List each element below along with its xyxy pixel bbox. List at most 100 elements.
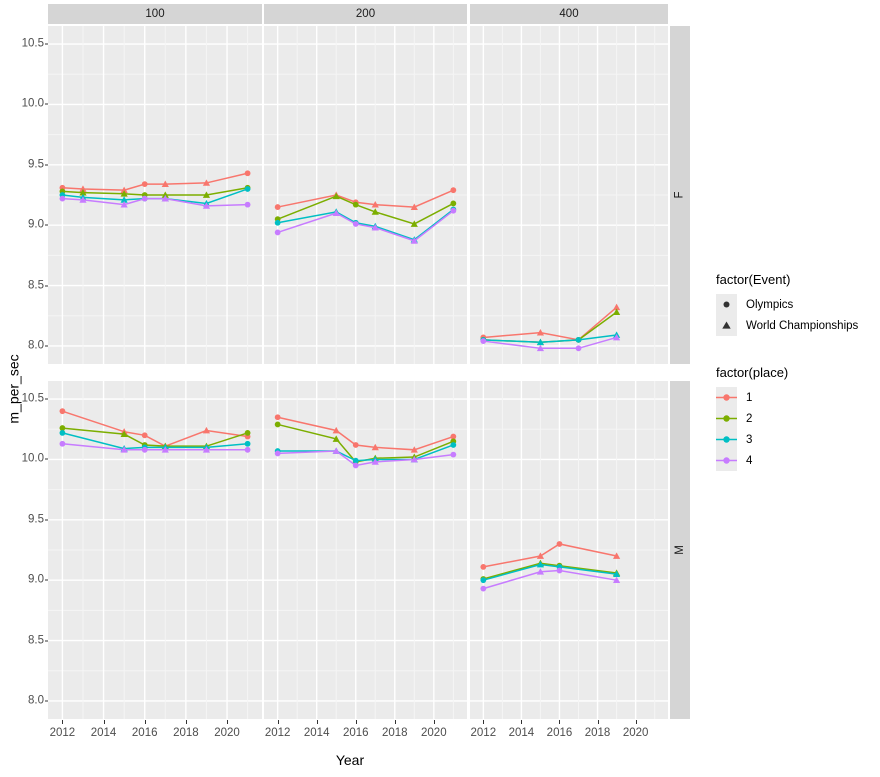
facet-strip-col-100: 100 — [48, 4, 262, 24]
y-tick-label: 9.0 — [28, 573, 44, 586]
data-point-circle — [244, 201, 251, 208]
legend-item-olympics[interactable]: Olympics — [716, 294, 858, 315]
data-point-circle — [274, 229, 281, 236]
x-tick-mark — [521, 720, 523, 724]
series-line-place-1 — [483, 306, 618, 341]
legend-item-4[interactable]: 4 — [716, 450, 788, 471]
facet-strip-col-400: 400 — [470, 4, 668, 24]
series-line-place-2 — [277, 195, 454, 225]
data-point-circle — [450, 207, 457, 214]
data-point-circle — [450, 451, 457, 458]
series-line-place-4 — [277, 450, 454, 467]
x-tick-mark — [394, 720, 396, 724]
facet-strip-row-F: F — [670, 26, 690, 364]
legend-item-2[interactable]: 2 — [716, 408, 788, 429]
line-point-icon — [716, 429, 737, 450]
series-line-place-1 — [62, 410, 248, 448]
series-line-place-4 — [483, 336, 617, 350]
circle-icon — [716, 294, 737, 315]
legend-item-label: 3 — [746, 433, 753, 446]
facet-strip-row-M: M — [670, 381, 690, 719]
x-tick-mark — [433, 720, 435, 724]
line-point-icon — [716, 408, 737, 429]
x-tick-label: 2016 — [131, 727, 158, 739]
x-tick-label: 2016 — [342, 727, 369, 739]
data-point-circle — [59, 195, 66, 202]
facet-strip-row-label: F — [674, 191, 686, 199]
legend-place: factor(place) 1 2 3 4 — [716, 365, 788, 471]
x-tick-mark — [483, 720, 485, 724]
x-tick-mark — [62, 720, 64, 724]
data-point-circle — [352, 201, 359, 208]
facet-strip-col-label: 400 — [559, 8, 579, 20]
data-point-circle — [575, 345, 582, 352]
x-tick-label: 2014 — [90, 727, 117, 739]
legend-item-label: 4 — [746, 454, 753, 467]
y-tick-label: 9.5 — [28, 513, 44, 526]
legend-item-label: World Championships — [746, 319, 859, 332]
x-tick-mark — [635, 720, 637, 724]
data-point-circle — [352, 221, 359, 227]
panel-F-400 — [470, 26, 668, 364]
y-tick-label: 8.0 — [28, 694, 44, 707]
data-point-circle — [141, 432, 148, 439]
data-point-circle — [141, 195, 148, 202]
triangle-icon — [716, 315, 737, 336]
x-tick-label: 2012 — [264, 727, 291, 739]
x-tick-label: 2018 — [584, 727, 611, 739]
data-point-circle — [480, 338, 487, 344]
legend-item-label: 1 — [746, 391, 753, 404]
y-tick-label: 10.0 — [21, 452, 44, 465]
series-line-place-1 — [277, 416, 454, 451]
x-tick-label: 2018 — [381, 727, 408, 739]
data-point-triangle — [536, 552, 545, 559]
series-line-place-2 — [277, 423, 454, 463]
series-line-place-2 — [62, 427, 248, 447]
x-tick-label: 2016 — [546, 727, 573, 739]
panel-M-400 — [470, 381, 668, 719]
data-point-circle — [244, 170, 251, 177]
legend-place-title: factor(place) — [716, 365, 789, 380]
data-point-circle — [480, 577, 487, 584]
x-tick-label: 2018 — [173, 727, 199, 739]
facet-strip-col-label: 200 — [355, 8, 376, 20]
data-point-circle — [244, 430, 251, 436]
legend-event: factor(Event) Olympics World Championship… — [716, 272, 858, 336]
x-tick-mark — [559, 720, 561, 724]
y-axis-title: m_per_sec — [6, 353, 23, 424]
panel-F-100 — [48, 26, 262, 364]
data-point-circle — [352, 442, 359, 448]
data-point-circle — [274, 421, 281, 428]
x-tick-mark — [185, 720, 187, 724]
data-point-circle — [352, 462, 359, 469]
panel-M-200 — [264, 381, 467, 719]
legend-item-world-championships[interactable]: World Championships — [716, 315, 858, 336]
data-point-circle — [244, 446, 251, 453]
x-tick-mark — [103, 720, 105, 724]
x-tick-mark — [227, 720, 229, 724]
y-tick-label: 9.0 — [28, 218, 44, 231]
data-point-circle — [141, 446, 148, 453]
legend-item-3[interactable]: 3 — [716, 429, 788, 450]
data-point-circle — [480, 585, 487, 592]
data-point-circle — [274, 450, 281, 457]
y-tick-label: 8.5 — [28, 278, 44, 291]
data-point-circle — [274, 414, 281, 421]
panel-M-100 — [48, 381, 262, 719]
x-tick-label: 2014 — [303, 727, 330, 739]
data-point-circle — [450, 442, 457, 448]
legend-item-label: 2 — [746, 412, 753, 425]
series-line-place-1 — [277, 189, 454, 208]
legend-item-1[interactable]: 1 — [716, 387, 788, 408]
data-point-circle — [141, 181, 148, 188]
data-point-circle — [274, 219, 281, 226]
series-line-place-4 — [62, 197, 248, 207]
line-point-icon — [716, 387, 737, 408]
x-tick-mark — [144, 720, 146, 724]
x-tick-label: 2012 — [470, 727, 497, 739]
legend-event-title: factor(Event) — [716, 272, 791, 287]
x-tick-mark — [316, 720, 318, 724]
x-axis-title: Year — [335, 752, 365, 768]
series-line-place-1 — [62, 172, 248, 191]
data-point-circle — [59, 440, 66, 447]
